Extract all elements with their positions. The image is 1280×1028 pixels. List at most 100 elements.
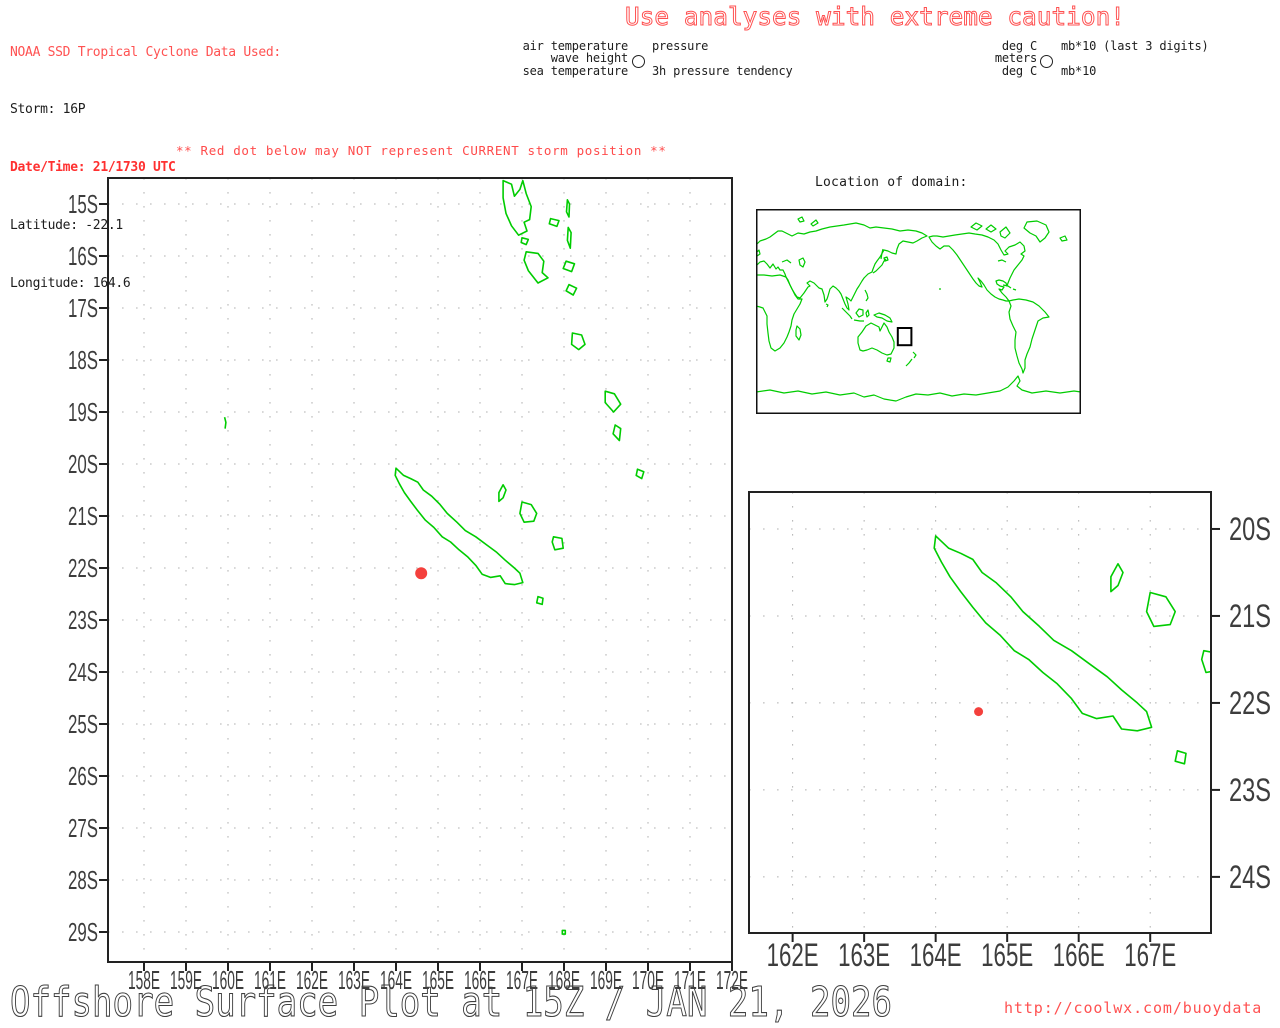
legend-sea-temperature: sea temperature [522,63,629,78]
arctic-island [970,222,983,231]
south-america [1008,298,1050,374]
java [853,319,864,322]
ouvea [498,483,507,503]
legend-pressure: pressure [652,39,709,53]
lat-tick-label: 22S [68,553,98,583]
axis-ticks [99,202,733,971]
lat-tick-label: 17S [68,293,98,323]
offshore-surface-plot-page: { "header": { "title_line": "NOAA SSD Tr… [0,0,1280,1027]
lat-tick-label: 27S [68,813,98,843]
source-url: http://coolwx.com/buoydata [1004,999,1263,1017]
legend-unit-mb10: mb*10 [1061,63,1097,78]
header-storm-line: Storm: 16P [10,102,86,118]
lon-tick-label: 165E [981,937,1033,973]
lon-tick-label: 162E [767,937,819,973]
storm-position-dot [974,707,984,717]
lat-tick-label: 22S [1229,685,1271,721]
axis-ticks [791,527,1220,942]
lat-tick-label: 19S [68,397,98,427]
plot-title: Offshore Surface Plot at 15Z / JAN 21, 2… [10,984,892,1026]
station-legend-labels: air temperature pressure wave height sea… [500,40,820,77]
norfolk-island [561,929,567,935]
axis-labels: 158E 159E 160E 161E 162E 163E 164E 165E 166E 167E… [68,189,748,995]
svalbard [797,216,805,223]
madagascar [795,325,802,341]
arctic-island [985,224,997,233]
espiritu-santo [502,179,533,236]
maewo [565,198,571,218]
tanna [612,424,622,442]
erromango [604,390,622,413]
great-lakes [997,259,1007,263]
black-sea [781,259,792,264]
storm-position-dot [415,567,428,580]
main-map: 158E 159E 160E 161E 162E 163E 164E 165E 166E 167E… [68,177,748,995]
epi [565,283,578,296]
coastlines [223,179,645,935]
lon-tick-label: 163E [838,937,890,973]
lifou [519,501,538,524]
philippines [864,289,869,302]
sri-lanka [825,303,829,308]
ouvea [1110,563,1124,593]
lifou [1145,591,1177,628]
antarctica-coast [756,375,1081,402]
legend-unit-mb10-last3: mb*10 (last 3 digits) [1061,39,1209,53]
new-zealand-south [905,358,913,367]
lat-tick-label: 18S [68,345,98,375]
lat-tick-label: 21S [68,501,98,531]
station-circle-icon [632,55,645,68]
station-circle-icon [1040,55,1053,68]
sumatra [841,307,853,320]
coastlines [933,535,1211,765]
legend-pressure-tendency: 3h pressure tendency [652,63,793,78]
footer-title-svg: Offshore Surface Plot at 15Z / JAN 21, 2… [9,984,892,1027]
legend-wave-height: wave height [550,51,628,66]
lat-tick-label: 26S [68,761,98,791]
sulawesi [865,309,870,318]
new-zealand-north [912,351,917,359]
station-legend-units: deg C mb*10 (last 3 digits) meters deg C… [909,40,1219,77]
japan [872,258,887,274]
sakhalin [880,248,884,260]
tasmania [886,357,892,363]
domain-rectangle [896,327,913,347]
eurasia-coast [756,222,928,311]
lat-tick-label: 20S [1229,511,1271,547]
aneityum [635,468,645,480]
lon-tick-label: 164E [910,937,962,973]
lon-tick-label: 167E [1124,937,1176,973]
legend-unit-degc-sea: deg C [1001,63,1037,78]
greenland [1023,220,1050,243]
caution-banner-text: Use analyses with extreme caution! [625,2,1125,31]
lat-tick-label: 29S [68,917,98,947]
inset-title: Location of domain: [815,175,968,190]
header-source-line: NOAA SSD Tropical Cyclone Data Used: [10,44,281,60]
aoba [548,217,560,228]
lat-tick-label: 23S [1229,772,1271,808]
australia [857,322,895,356]
lat-tick-label: 23S [68,605,98,635]
bellona-reef [223,417,227,429]
malo [520,237,530,246]
lat-tick-label: 24S [68,657,98,687]
storm-position-warning: ** Red dot below may NOT represent CURRE… [176,143,667,158]
ile-des-pins [1174,749,1187,765]
lat-tick-label: 20S [68,449,98,479]
legend-unit-meters: meters [994,51,1037,66]
ile-des-pins [535,595,544,606]
borneo [855,308,864,318]
lat-tick-label: 16S [68,241,98,271]
africa-coast [756,274,803,352]
caution-banner: Use analyses with extreme caution! [625,2,1126,32]
axis-labels: 162E 163E 164E 165E 166E 167E 20S 21S 22S 23S 24S [767,511,1271,973]
hispaniola [1012,288,1017,291]
mare [551,535,565,551]
world-inset-map [756,209,1081,414]
malakula [523,251,549,284]
world-coastlines [756,216,1081,402]
iceland [1059,235,1068,242]
efate [570,332,586,351]
baffin-island [999,226,1011,239]
ambrym [562,260,576,273]
